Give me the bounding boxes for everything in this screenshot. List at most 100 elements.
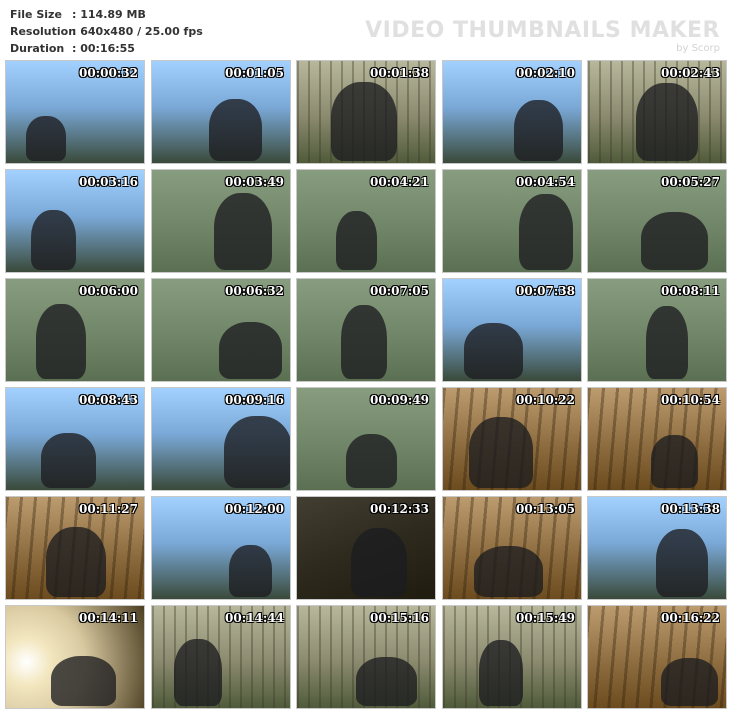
timestamp-label: 00:07:05 bbox=[370, 284, 429, 298]
timestamp-label: 00:14:11 bbox=[79, 611, 138, 625]
video-thumbnail: 00:14:44 bbox=[151, 605, 291, 709]
timestamp-label: 00:04:21 bbox=[370, 175, 429, 189]
figure-silhouette bbox=[656, 529, 708, 597]
figure-silhouette bbox=[331, 82, 397, 161]
brand-subtitle: by Scorp bbox=[676, 43, 720, 54]
timestamp-label: 00:06:32 bbox=[225, 284, 284, 298]
video-thumbnail: 00:02:43 bbox=[587, 60, 727, 164]
figure-silhouette bbox=[51, 656, 116, 706]
file-size-label: File Size bbox=[10, 8, 62, 21]
figure-silhouette bbox=[519, 194, 573, 270]
video-thumbnail: 00:06:32 bbox=[151, 278, 291, 382]
timestamp-label: 00:08:11 bbox=[661, 284, 720, 298]
figure-silhouette bbox=[641, 212, 708, 270]
timestamp-label: 00:14:44 bbox=[225, 611, 284, 625]
thumbnail-sheet: File Size : 114.89 MB Resolution : 640x4… bbox=[0, 0, 732, 716]
video-thumbnail: 00:00:32 bbox=[5, 60, 145, 164]
figure-silhouette bbox=[636, 83, 698, 161]
figure-silhouette bbox=[46, 527, 106, 597]
resolution-value: : 640x480 / 25.00 fps bbox=[72, 25, 203, 38]
timestamp-label: 00:12:33 bbox=[370, 502, 429, 516]
figure-silhouette bbox=[174, 639, 222, 706]
video-thumbnail: 00:04:21 bbox=[296, 169, 436, 273]
figure-silhouette bbox=[351, 528, 407, 597]
video-thumbnail: 00:16:22 bbox=[587, 605, 727, 709]
video-thumbnail: 00:02:10 bbox=[442, 60, 582, 164]
figure-silhouette bbox=[26, 116, 66, 161]
figure-silhouette bbox=[464, 323, 523, 379]
brand-watermark: VIDEO THUMBNAILS MAKER by Scorp bbox=[365, 20, 720, 54]
video-thumbnail: 00:10:54 bbox=[587, 387, 727, 491]
figure-silhouette bbox=[229, 545, 272, 597]
timestamp-label: 00:07:38 bbox=[516, 284, 575, 298]
figure-silhouette bbox=[209, 99, 262, 161]
figure-silhouette bbox=[336, 211, 377, 270]
timestamp-label: 00:00:32 bbox=[79, 66, 138, 80]
video-thumbnail: 00:06:00 bbox=[5, 278, 145, 382]
figure-silhouette bbox=[41, 433, 96, 488]
timestamp-label: 00:01:38 bbox=[370, 66, 429, 80]
timestamp-label: 00:03:16 bbox=[79, 175, 138, 189]
file-size-value: : 114.89 MB bbox=[72, 8, 146, 21]
video-thumbnail: 00:03:49 bbox=[151, 169, 291, 273]
video-thumbnail: 00:08:43 bbox=[5, 387, 145, 491]
figure-silhouette bbox=[651, 435, 698, 488]
timestamp-label: 00:09:16 bbox=[225, 393, 284, 407]
figure-silhouette bbox=[474, 546, 543, 597]
video-thumbnail: 00:01:38 bbox=[296, 60, 436, 164]
figure-silhouette bbox=[646, 306, 688, 379]
timestamp-label: 00:12:00 bbox=[225, 502, 284, 516]
video-thumbnail: 00:05:27 bbox=[587, 169, 727, 273]
timestamp-label: 00:01:05 bbox=[225, 66, 284, 80]
timestamp-label: 00:11:27 bbox=[79, 502, 138, 516]
timestamp-label: 00:15:49 bbox=[516, 611, 575, 625]
video-thumbnail: 00:15:49 bbox=[442, 605, 582, 709]
timestamp-label: 00:13:05 bbox=[516, 502, 575, 516]
video-thumbnail: 00:04:54 bbox=[442, 169, 582, 273]
video-thumbnail: 00:12:33 bbox=[296, 496, 436, 600]
video-thumbnail: 00:13:05 bbox=[442, 496, 582, 600]
timestamp-label: 00:04:54 bbox=[516, 175, 575, 189]
timestamp-label: 00:02:43 bbox=[661, 66, 720, 80]
figure-silhouette bbox=[219, 322, 282, 379]
file-size-row: File Size : 114.89 MB bbox=[10, 6, 203, 23]
brand-title: VIDEO THUMBNAILS MAKER bbox=[365, 18, 720, 43]
video-thumbnail: 00:13:38 bbox=[587, 496, 727, 600]
figure-silhouette bbox=[346, 434, 397, 488]
file-info: File Size : 114.89 MB Resolution : 640x4… bbox=[10, 6, 203, 57]
video-thumbnail: 00:10:22 bbox=[442, 387, 582, 491]
figure-silhouette bbox=[469, 417, 533, 488]
timestamp-label: 00:15:16 bbox=[370, 611, 429, 625]
timestamp-label: 00:08:43 bbox=[79, 393, 138, 407]
video-thumbnail: 00:01:05 bbox=[151, 60, 291, 164]
video-thumbnail: 00:07:38 bbox=[442, 278, 582, 382]
timestamp-label: 00:10:54 bbox=[661, 393, 720, 407]
figure-silhouette bbox=[661, 658, 718, 706]
resolution-label: Resolution bbox=[10, 25, 77, 38]
timestamp-label: 00:13:38 bbox=[661, 502, 720, 516]
video-thumbnail: 00:09:49 bbox=[296, 387, 436, 491]
video-thumbnail: 00:03:16 bbox=[5, 169, 145, 273]
video-thumbnail: 00:09:16 bbox=[151, 387, 291, 491]
duration-value: : 00:16:55 bbox=[72, 42, 135, 55]
figure-silhouette bbox=[479, 640, 523, 706]
video-thumbnail: 00:14:11 bbox=[5, 605, 145, 709]
figure-silhouette bbox=[356, 657, 417, 706]
resolution-row: Resolution : 640x480 / 25.00 fps bbox=[10, 23, 203, 40]
figure-silhouette bbox=[214, 193, 272, 270]
timestamp-label: 00:16:22 bbox=[661, 611, 720, 625]
timestamp-label: 00:05:27 bbox=[661, 175, 720, 189]
figure-silhouette bbox=[31, 210, 76, 270]
video-thumbnail: 00:07:05 bbox=[296, 278, 436, 382]
video-thumbnail: 00:11:27 bbox=[5, 496, 145, 600]
timestamp-label: 00:09:49 bbox=[370, 393, 429, 407]
figure-silhouette bbox=[224, 416, 290, 488]
timestamp-label: 00:06:00 bbox=[79, 284, 138, 298]
duration-label: Duration bbox=[10, 42, 65, 55]
thumbnail-grid: 00:00:32 00:01:05 00:01:38 00:02:10 00:02:43… bbox=[5, 60, 727, 712]
video-thumbnail: 00:12:00 bbox=[151, 496, 291, 600]
figure-silhouette bbox=[341, 305, 387, 379]
timestamp-label: 00:02:10 bbox=[516, 66, 575, 80]
figure-silhouette bbox=[36, 304, 86, 379]
video-thumbnail: 00:08:11 bbox=[587, 278, 727, 382]
